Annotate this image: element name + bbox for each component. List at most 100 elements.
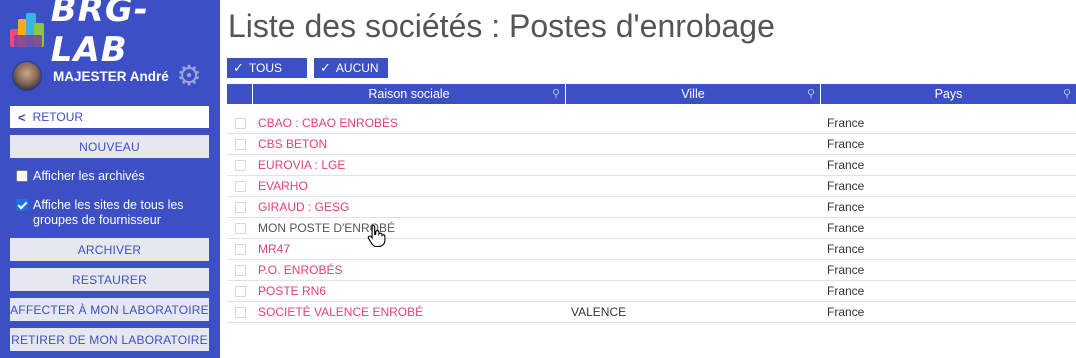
show-all-sites-box[interactable] <box>16 199 28 211</box>
country-cell: France <box>827 242 865 256</box>
city-cell <box>566 239 821 259</box>
table-row[interactable]: P.O. ENROBÉS France <box>227 260 1076 281</box>
table-row[interactable]: SOCIETÉ VALENCE ENROBÉ VALENCE France <box>227 302 1076 323</box>
country-cell: France <box>827 221 865 235</box>
table-row[interactable]: EUROVIA : LGE France <box>227 155 1076 176</box>
header-select-column <box>227 84 253 104</box>
table-row[interactable]: CBAO : CBAO ENROBÉS France <box>227 113 1076 134</box>
column-header-country-label: Pays <box>934 87 963 101</box>
archive-button[interactable]: ARCHIVER <box>10 238 209 261</box>
city-cell <box>566 176 821 196</box>
show-archived-box[interactable] <box>16 170 28 182</box>
logo-icon <box>10 11 45 49</box>
row-select-cell <box>227 281 253 301</box>
country-cell: France <box>827 116 865 130</box>
show-all-sites-label-line1: Affiche les sites de tous les <box>33 198 184 212</box>
company-name-link[interactable]: CBS BETON <box>253 134 566 154</box>
row-checkbox[interactable] <box>234 243 246 255</box>
company-name-link[interactable]: MR47 <box>253 239 566 259</box>
company-name-link[interactable]: CBAO : CBAO ENROBÉS <box>253 113 566 133</box>
row-select-cell <box>227 260 253 280</box>
company-name-link[interactable]: EVARHO <box>253 176 566 196</box>
show-all-sites-checkbox[interactable]: Affiche les sites de tous les groupes de… <box>16 198 184 228</box>
column-header-name-label: Raison sociale <box>368 87 450 101</box>
row-checkbox[interactable] <box>234 117 246 129</box>
select-all-label: TOUS <box>248 61 283 75</box>
country-cell: France <box>827 284 865 298</box>
back-button-label: RETOUR <box>32 110 84 124</box>
remove-from-lab-button[interactable]: RETIRER DE MON LABORATOIRE <box>10 328 209 351</box>
row-checkbox[interactable] <box>234 159 246 171</box>
country-cell: France <box>827 263 865 277</box>
row-select-cell <box>227 134 253 154</box>
check-icon: ✓ <box>320 60 331 75</box>
row-select-cell <box>227 113 253 133</box>
search-icon[interactable]: ⚲ <box>1063 87 1071 100</box>
user-name: MAJESTER André <box>53 68 169 84</box>
company-name-link[interactable]: POSTE RN6 <box>253 281 566 301</box>
row-checkbox[interactable] <box>234 285 246 297</box>
row-select-cell <box>227 302 253 322</box>
column-header-city[interactable]: Ville ⚲ <box>566 84 821 104</box>
column-header-city-label: Ville <box>681 87 705 101</box>
sidebar: BRG-LAB MAJESTER André ⚙ < RETOUR NOUVEA… <box>0 0 220 358</box>
row-checkbox[interactable] <box>234 138 246 150</box>
row-select-cell <box>227 218 253 238</box>
table-row[interactable]: MR47 France <box>227 239 1076 260</box>
row-select-cell <box>227 176 253 196</box>
row-select-cell <box>227 155 253 175</box>
table-row[interactable]: GIRAUD : GESG France <box>227 197 1076 218</box>
search-icon[interactable]: ⚲ <box>807 87 815 100</box>
city-cell <box>566 134 821 154</box>
city-cell <box>566 281 821 301</box>
gear-icon[interactable]: ⚙ <box>176 62 202 90</box>
table-row[interactable]: CBS BETON France <box>227 134 1076 155</box>
show-all-sites-label-line2: groupes de fournisseur <box>33 213 161 227</box>
city-cell <box>566 197 821 217</box>
search-icon[interactable]: ⚲ <box>552 87 560 100</box>
row-checkbox[interactable] <box>234 201 246 213</box>
app-logo[interactable]: BRG-LAB <box>10 0 220 70</box>
select-none-label: AUCUN <box>335 61 379 75</box>
chevron-left-icon: < <box>18 109 26 125</box>
column-header-name[interactable]: Raison sociale ⚲ <box>253 84 566 104</box>
companies-table: Raison sociale ⚲ Ville ⚲ Pays ⚲ CBAO : C… <box>227 84 1076 323</box>
row-checkbox[interactable] <box>234 180 246 192</box>
column-header-country[interactable]: Pays ⚲ <box>821 84 1076 104</box>
city-cell <box>566 113 821 133</box>
row-checkbox[interactable] <box>234 264 246 276</box>
select-all-button[interactable]: ✓ TOUS <box>227 58 307 78</box>
company-name-link[interactable]: P.O. ENROBÉS <box>253 260 566 280</box>
new-button[interactable]: NOUVEAU <box>10 135 209 158</box>
user-panel: MAJESTER André ⚙ <box>12 60 212 92</box>
city-cell: VALENCE <box>571 305 627 319</box>
table-row[interactable]: POSTE RN6 France <box>227 281 1076 302</box>
user-avatar[interactable] <box>12 61 42 91</box>
show-archived-label: Afficher les archivés <box>33 169 145 183</box>
table-row[interactable]: MON POSTE D'ENROBÉ France <box>227 218 1076 239</box>
hand-cursor-icon <box>367 224 386 248</box>
country-cell: France <box>827 179 865 193</box>
company-name-link[interactable]: GIRAUD : GESG <box>253 197 566 217</box>
row-select-cell <box>227 239 253 259</box>
company-name-link[interactable]: MON POSTE D'ENROBÉ <box>253 218 566 238</box>
table-body: CBAO : CBAO ENROBÉS France CBS BETON France… <box>227 113 1076 323</box>
company-name-link[interactable]: EUROVIA : LGE <box>253 155 566 175</box>
back-button[interactable]: < RETOUR <box>10 106 209 128</box>
page-title: Liste des sociétés : Postes d'enrobage <box>228 8 775 44</box>
city-cell <box>566 155 821 175</box>
country-cell: France <box>827 137 865 151</box>
select-none-button[interactable]: ✓ AUCUN <box>314 58 388 78</box>
row-checkbox[interactable] <box>234 306 246 318</box>
country-cell: France <box>827 305 865 319</box>
row-select-cell <box>227 197 253 217</box>
country-cell: France <box>827 200 865 214</box>
assign-to-lab-button[interactable]: AFFECTER À MON LABORATOIRE <box>10 298 209 321</box>
company-name-link[interactable]: SOCIETÉ VALENCE ENROBÉ <box>253 302 566 322</box>
restore-button[interactable]: RESTAURER <box>10 268 209 291</box>
table-row[interactable]: EVARHO France <box>227 176 1076 197</box>
table-header: Raison sociale ⚲ Ville ⚲ Pays ⚲ <box>227 84 1076 105</box>
row-checkbox[interactable] <box>234 222 246 234</box>
show-archived-checkbox[interactable]: Afficher les archivés <box>16 169 145 184</box>
city-cell <box>566 218 821 238</box>
